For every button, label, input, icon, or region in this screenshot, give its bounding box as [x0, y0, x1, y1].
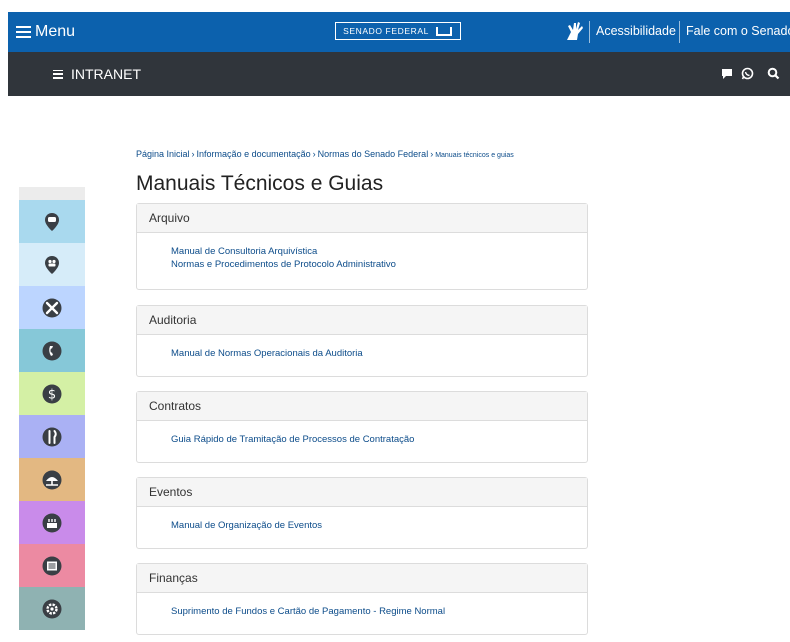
- whatsapp-icon[interactable]: [741, 67, 754, 80]
- gear-icon: [42, 599, 62, 618]
- sidebar-item-phone[interactable]: [19, 329, 85, 372]
- doc-link[interactable]: Suprimento de Fundos e Cartão de Pagamen…: [171, 605, 587, 618]
- section-heading: Auditoria: [137, 306, 587, 335]
- tools-icon: [42, 298, 62, 317]
- section-heading: Finanças: [137, 564, 587, 593]
- senado-mark-icon: [436, 26, 452, 36]
- sidebar-item-dollar[interactable]: $: [19, 372, 85, 415]
- doc-link[interactable]: Manual de Organização de Eventos: [171, 519, 587, 532]
- menu-button[interactable]: Menu: [16, 21, 75, 43]
- sidebar-item-newspaper[interactable]: [19, 544, 85, 587]
- sidebar-item-tools[interactable]: [19, 286, 85, 329]
- people-pin-icon: [45, 255, 59, 274]
- breadcrumb-separator: ›: [312, 149, 316, 159]
- doc-link[interactable]: Normas e Procedimentos de Protocolo Admi…: [171, 258, 587, 271]
- divider: [589, 21, 590, 43]
- menu-label: Menu: [35, 23, 76, 40]
- dollar-icon: $: [42, 384, 62, 403]
- section-panel-financas: Finanças Suprimento de Fundos e Cartão d…: [136, 563, 588, 635]
- section-heading: Arquivo: [137, 204, 587, 233]
- breadcrumb: Página Inicial › Informação e documentação…: [136, 149, 514, 159]
- chat-icon[interactable]: [721, 68, 733, 80]
- sidebar-item-cutlery[interactable]: [19, 415, 85, 458]
- section-heading: Contratos: [137, 392, 587, 421]
- beach-icon: [42, 470, 62, 489]
- sidebar: $: [19, 200, 85, 630]
- doc-link[interactable]: Manual de Normas Operacionais da Auditor…: [171, 347, 587, 360]
- senado-logo[interactable]: SENADO FEDERAL: [335, 22, 461, 40]
- svg-text:$: $: [48, 387, 56, 402]
- section-links: Guia Rápido de Tramitação de Processos d…: [137, 421, 587, 458]
- sign-language-icon[interactable]: [564, 20, 586, 42]
- section-links: Manual de Consultoria Arquivística Norma…: [137, 233, 587, 283]
- section-panel-contratos: Contratos Guia Rápido de Tramitação de P…: [136, 391, 588, 463]
- intranet-menu-button[interactable]: INTRANET: [53, 66, 141, 82]
- cake-icon: [42, 513, 62, 532]
- senado-logo-text: SENADO FEDERAL: [343, 26, 429, 36]
- section-links: Manual de Organização de Eventos: [137, 507, 587, 544]
- section-links: Manual de Normas Operacionais da Auditor…: [137, 335, 587, 372]
- search-icon[interactable]: [767, 67, 780, 80]
- divider: [679, 21, 680, 43]
- hamburger-icon: [16, 26, 31, 38]
- hamburger-icon: [53, 69, 63, 79]
- sidebar-item-cake[interactable]: [19, 501, 85, 544]
- section-panel-eventos: Eventos Manual de Organização de Eventos: [136, 477, 588, 549]
- speech-pin-icon: [45, 212, 59, 231]
- breadcrumb-normas[interactable]: Normas do Senado Federal: [318, 149, 429, 159]
- section-links: Suprimento de Fundos e Cartão de Pagamen…: [137, 593, 587, 630]
- section-panel-arquivo: Arquivo Manual de Consultoria Arquivísti…: [136, 203, 588, 290]
- intranet-bar: INTRANET: [8, 52, 790, 96]
- cutlery-icon: [42, 427, 62, 446]
- accessibility-link[interactable]: Acessibilidade: [596, 24, 676, 38]
- phone-icon: [42, 341, 62, 360]
- section-panel-auditoria: Auditoria Manual de Normas Operacionais …: [136, 305, 588, 377]
- sidebar-item-speech-pin[interactable]: [19, 200, 85, 243]
- breadcrumb-current: Manuais técnicos e guias: [435, 152, 514, 159]
- top-bar: Menu SENADO FEDERAL Acessibilidade Fale …: [8, 12, 790, 52]
- sidebar-item-beach[interactable]: [19, 458, 85, 501]
- contact-link[interactable]: Fale com o Senado: [686, 24, 790, 38]
- sidebar-item-people-pin[interactable]: [19, 243, 85, 286]
- breadcrumb-separator: ›: [430, 149, 434, 159]
- breadcrumb-info-doc[interactable]: Informação e documentação: [197, 149, 311, 159]
- breadcrumb-home[interactable]: Página Inicial: [136, 149, 190, 159]
- newspaper-icon: [42, 556, 62, 575]
- breadcrumb-separator: ›: [191, 149, 195, 159]
- page-title: Manuais Técnicos e Guias: [136, 172, 384, 195]
- sidebar-item-gear[interactable]: [19, 587, 85, 630]
- doc-link[interactable]: Manual de Consultoria Arquivística: [171, 245, 587, 258]
- sidebar-header: [19, 187, 85, 200]
- doc-link[interactable]: Guia Rápido de Tramitação de Processos d…: [171, 433, 587, 446]
- section-heading: Eventos: [137, 478, 587, 507]
- intranet-label: INTRANET: [71, 66, 141, 82]
